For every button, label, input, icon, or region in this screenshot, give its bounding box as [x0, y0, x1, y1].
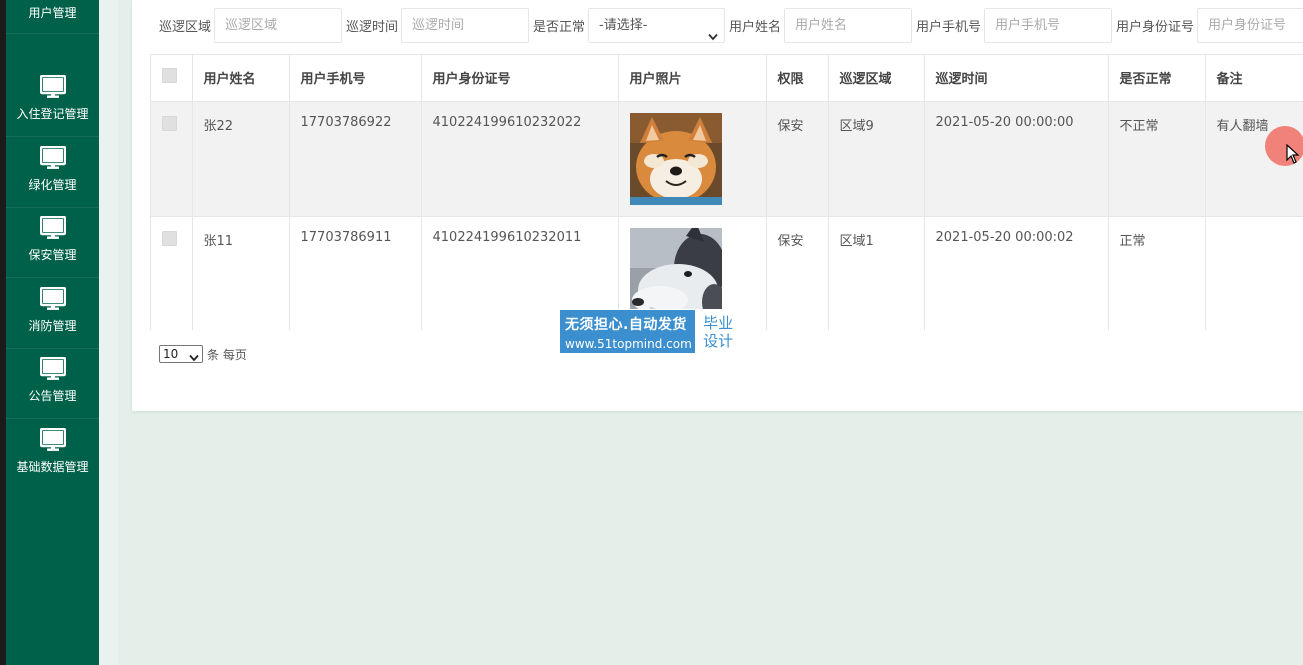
normal-filter-selected: -请选择- [599, 18, 648, 33]
column-header: 备注 [1205, 55, 1303, 102]
column-header: 巡逻区域 [828, 55, 925, 102]
normal-filter-label: 是否正常 [533, 20, 586, 35]
monitor-icon [39, 75, 66, 99]
column-header: 用户身份证号 [421, 55, 619, 102]
sidebar-item-label: 绿化管理 [28, 178, 77, 192]
cell-area: 区域9 [828, 101, 925, 217]
row-select-cell [151, 101, 193, 217]
mouse-cursor-icon [1286, 143, 1300, 168]
monitor-icon [39, 287, 66, 311]
cell-phone: 17703786911 [289, 216, 422, 330]
cell-name: 张22 [192, 101, 290, 217]
sidebar-item-notice-management[interactable]: 公告管理 [6, 349, 99, 419]
cell-time: 2021-05-20 00:00:00 [924, 101, 1109, 217]
cell-role: 保安 [766, 101, 829, 217]
watermark-badge-line2: 设计 [703, 331, 734, 350]
cell-phone: 17703786922 [289, 101, 422, 217]
cell-role: 保安 [766, 216, 829, 330]
phone-filter-input[interactable] [984, 8, 1112, 43]
watermark-left: 无须担心.自动发货 www.51topmind.com [560, 310, 694, 353]
column-header: 用户姓名 [192, 55, 290, 102]
sidebar-item-label: 保安管理 [28, 248, 77, 262]
cell-photo [618, 101, 767, 217]
chevron-down-icon [708, 21, 718, 54]
column-header: 用户手机号 [289, 55, 422, 102]
sidebar-item-user-management[interactable]: 用户管理 [6, 0, 99, 34]
cell-normal: 正常 [1108, 216, 1206, 330]
chevron-down-icon [189, 350, 199, 366]
column-header: 用户照片 [618, 55, 767, 102]
cell-time: 2021-05-20 00:00:02 [924, 216, 1109, 330]
page-size-select[interactable]: 10 [159, 345, 203, 363]
row-checkbox[interactable] [162, 115, 177, 131]
area-filter-label: 巡逻区域 [159, 20, 212, 35]
cell-idcard: 410224199610232022 [421, 101, 619, 217]
column-header: 是否正常 [1108, 55, 1206, 102]
sidebar-item-greening-management[interactable]: 绿化管理 [6, 138, 99, 208]
idcard-filter-input[interactable] [1197, 8, 1303, 43]
sidebar-item-label: 入住登记管理 [16, 107, 89, 121]
time-filter-input[interactable] [401, 8, 529, 43]
sidebar: 用户管理 入住登记管理 绿化管理 保安管理 消防管理 公告管理 基础数据管理 [6, 0, 99, 665]
row-checkbox[interactable] [162, 230, 177, 246]
monitor-icon [39, 357, 66, 381]
husky-dog-photo[interactable] [629, 227, 722, 320]
time-filter-label: 巡逻时间 [346, 20, 399, 35]
monitor-icon [39, 146, 66, 170]
table-header-row: 用户姓名 用户手机号 用户身份证号 用户照片 权限 巡逻区域 巡逻时间 是否正常… [151, 55, 1303, 102]
page-background-strip [99, 0, 118, 665]
watermark-main-text: 无须担心.自动发货 [565, 317, 687, 333]
sidebar-item-fire-management[interactable]: 消防管理 [6, 279, 99, 349]
select-all-cell [151, 55, 193, 102]
normal-filter-select[interactable]: -请选择- [588, 8, 725, 43]
sidebar-item-label: 用户管理 [28, 6, 77, 20]
name-filter-label: 用户姓名 [729, 20, 782, 35]
sidebar-item-label: 消防管理 [28, 319, 77, 333]
page-size-suffix: 条 每页 [207, 347, 247, 362]
table-row[interactable]: 张22 17703786922 410224199610232022 保安 区域… [151, 101, 1303, 217]
watermark-badge-line1: 毕业 [703, 313, 734, 332]
sidebar-item-base-data-management[interactable]: 基础数据管理 [6, 420, 99, 490]
watermark-badge: 毕业 设计 [694, 310, 741, 353]
sidebar-item-checkin-management[interactable]: 入住登记管理 [6, 67, 99, 137]
cell-area: 区域1 [828, 216, 925, 330]
shiba-dog-photo[interactable] [629, 112, 722, 205]
area-filter-input[interactable] [214, 8, 342, 43]
monitor-icon [39, 428, 66, 452]
cell-name: 张11 [192, 216, 290, 330]
watermark-url: www.51topmind.com [565, 337, 692, 351]
row-select-cell [151, 216, 193, 330]
name-filter-input[interactable] [784, 8, 912, 43]
idcard-filter-label: 用户身份证号 [1116, 20, 1195, 35]
sidebar-item-security-management[interactable]: 保安管理 [6, 208, 99, 278]
phone-filter-label: 用户手机号 [916, 20, 982, 35]
monitor-icon [39, 216, 66, 240]
sidebar-item-label: 基础数据管理 [16, 460, 89, 474]
watermark-banner: 无须担心.自动发货 www.51topmind.com 毕业 设计 [559, 309, 742, 354]
column-header: 巡逻时间 [924, 55, 1109, 102]
select-all-checkbox[interactable] [162, 68, 177, 84]
sidebar-item-label: 公告管理 [28, 389, 77, 403]
cell-note [1205, 216, 1303, 330]
column-header: 权限 [766, 55, 829, 102]
page-size-value: 10 [163, 347, 179, 361]
cell-normal: 不正常 [1108, 101, 1206, 217]
pagination: 10 条 每页 [159, 345, 247, 363]
patrol-table: 用户姓名 用户手机号 用户身份证号 用户照片 权限 巡逻区域 巡逻时间 是否正常… [150, 54, 1303, 330]
